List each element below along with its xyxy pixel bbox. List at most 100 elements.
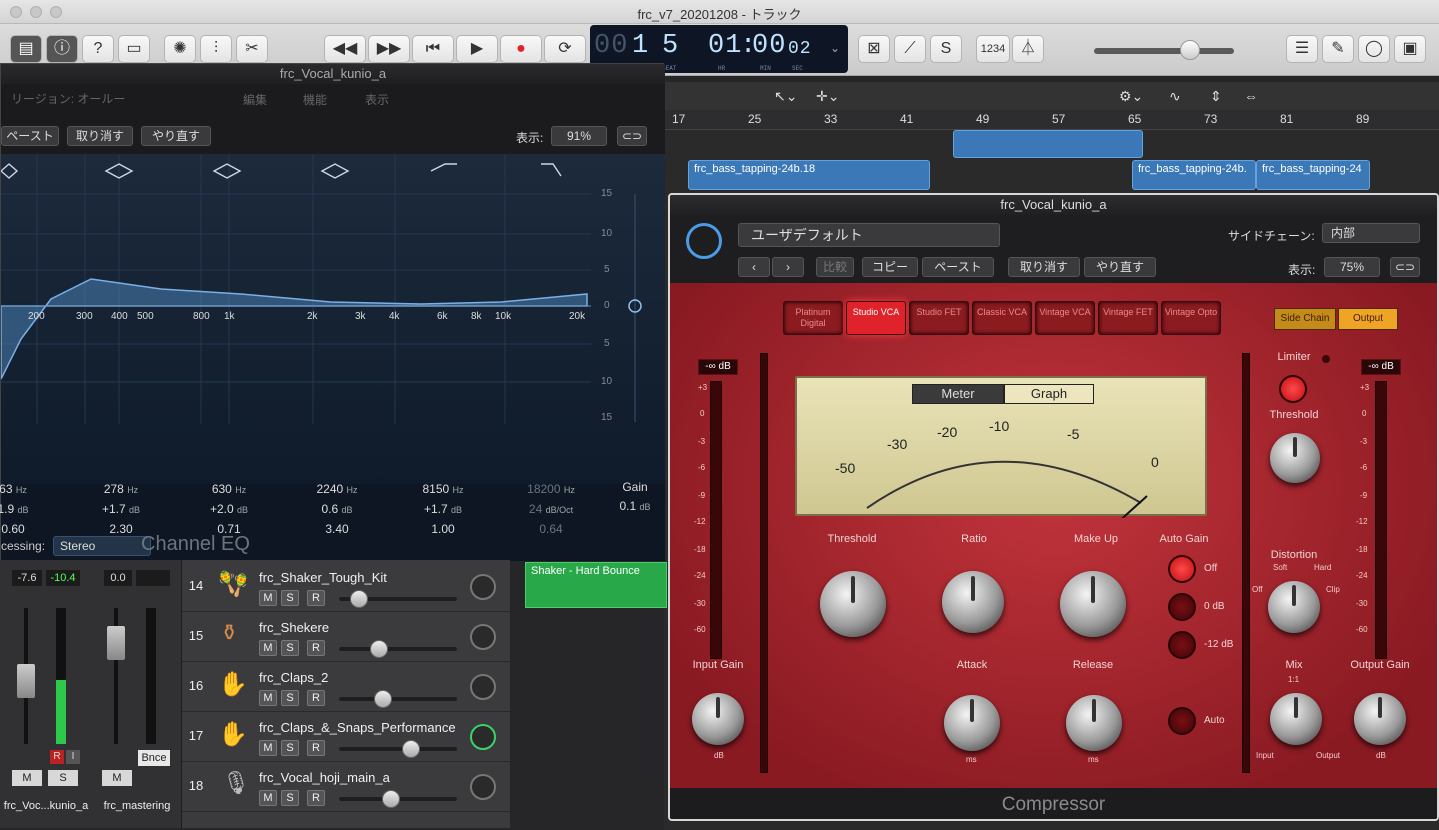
eq-curve-svg[interactable] [0,154,665,484]
cycle-button[interactable]: ⟳ [544,35,586,63]
audio-region-green[interactable]: Shaker - Hard Bounce [525,562,667,608]
mute-button[interactable]: M [259,790,277,806]
release-knob[interactable] [1066,695,1122,751]
redo-button[interactable]: やり直す [1084,257,1156,277]
crosshair-tool-icon[interactable]: ✛⌄ [816,88,839,105]
gear-icon[interactable]: ⚙⌄ [1119,88,1143,105]
autogain-0db-button[interactable] [1168,593,1196,621]
model-vintage-opto[interactable]: Vintage Opto [1161,301,1221,335]
solo-button[interactable]: S [281,690,299,706]
autogain-off-button[interactable] [1168,555,1196,583]
strip2-mute-button[interactable]: M [102,770,132,786]
record-button[interactable]: R [307,790,325,806]
inspector-button[interactable]: ⓘ [46,35,78,63]
play-button[interactable]: ▶ [456,35,498,63]
compare-button[interactable]: 比較 [816,257,854,277]
metronome-button[interactable]: ⏃ [1012,35,1044,63]
solo-button[interactable]: S [281,590,299,606]
strip1-mute-button[interactable]: M [12,770,42,786]
paste-button[interactable]: ペースト [922,257,994,277]
browser-button[interactable]: ▣ [1394,35,1426,63]
volume-slider[interactable] [339,747,457,751]
processing-select[interactable]: Stereo [53,536,151,556]
band-2-params[interactable]: 278 Hz +1.7 dB 2.30 [81,480,161,539]
distortion-knob[interactable] [1268,581,1320,633]
strip2-fader[interactable] [107,626,125,660]
mute-button[interactable]: M [259,690,277,706]
eq-graph[interactable]: 200 300 400 500 800 1k 2k 3k 4k 6k 8k 10… [0,154,665,484]
volume-knob[interactable] [370,640,388,658]
toolbar-button[interactable]: ▭ [118,35,150,63]
help-button[interactable]: ? [82,35,114,63]
track-row[interactable]: 17 ✋ frc_Claps_&_Snaps_Performance M S R [182,712,510,762]
volume-slider[interactable] [339,647,457,651]
track-name[interactable]: frc_Vocal_hoji_main_a [259,770,390,785]
pan-knob[interactable] [470,674,496,700]
attack-knob[interactable] [944,695,1000,751]
solo-button[interactable]: S [930,35,962,63]
audio-region[interactable]: frc_bass_tapping-24b.18 [688,160,930,190]
go-to-start-button[interactable]: ⏮ [412,35,454,63]
record-button[interactable]: R [307,640,325,656]
model-platinum-digital[interactable]: Platinum Digital [783,301,843,335]
library-button[interactable]: ▤ [10,35,42,63]
input-monitor-button[interactable]: I [66,750,80,764]
threshold-knob[interactable] [820,571,886,637]
band-3-params[interactable]: 630 Hz +2.0 dB 0.71 [189,480,269,539]
output-gain-knob[interactable] [1354,693,1406,745]
forward-button[interactable]: ▶▶ [368,35,410,63]
eq-redo-button[interactable]: やり直す [141,126,211,146]
volume-knob[interactable] [402,740,420,758]
record-button[interactable]: ● [500,35,542,63]
output-button[interactable]: Output [1338,308,1398,330]
strip1-fader[interactable] [17,664,35,698]
eq-curve[interactable] [0,278,588,380]
band-6-params[interactable]: 18200 Hz 24 dB/Oct 0.64 [511,480,591,539]
power-icon[interactable] [686,223,722,259]
count-in-button[interactable]: 1234 [976,35,1010,63]
editors-button[interactable]: ✂ [236,35,268,63]
limiter-threshold-knob[interactable] [1270,433,1320,483]
solo-button[interactable]: S [281,740,299,756]
volume-knob[interactable] [374,690,392,708]
model-classic-vca[interactable]: Classic VCA [972,301,1032,335]
eq-undo-button[interactable]: 取り消す [67,126,133,146]
smart-controls-button[interactable]: ✺ [164,35,196,63]
eq-paste-button[interactable]: ペースト [1,126,59,146]
mute-button[interactable]: M [259,640,277,656]
mixer-button[interactable]: ⫶ [200,35,232,63]
preset-menu[interactable]: ユーザデフォルト [738,223,1000,247]
next-preset-button[interactable]: › [772,257,804,277]
menu-view[interactable]: 表示 [365,91,389,108]
loop-browser-button[interactable]: ◯ [1358,35,1390,63]
chevron-down-icon[interactable]: ⌄ [830,41,841,56]
model-vintage-fet[interactable]: Vintage FET [1098,301,1158,335]
audio-region[interactable] [953,130,1143,158]
record-button[interactable]: R [307,740,325,756]
limiter-button[interactable] [1279,375,1307,403]
pointer-tool-icon[interactable]: ↖⌄ [774,88,797,105]
solo-button[interactable]: S [281,640,299,656]
bar-ruler[interactable]: 17 25 33 41 49 57 65 73 81 89 [664,110,1439,130]
band-1-params[interactable]: 63 Hz 1.9 dB 0.60 [0,480,53,539]
solo-button[interactable]: S [281,790,299,806]
side-chain-button[interactable]: Side Chain [1274,308,1336,330]
mute-button[interactable]: M [259,590,277,606]
autogain-12db-button[interactable] [1168,631,1196,659]
audio-region[interactable]: frc_bass_tapping-24b. [1132,160,1256,190]
replace-button[interactable]: ⊠ [858,35,890,63]
track-row[interactable]: 14 🪇 frc_Shaker_Tough_Kit M S R [182,562,510,612]
auto-release-button[interactable] [1168,707,1196,735]
rewind-button[interactable]: ◀◀ [324,35,366,63]
record-enable-button[interactable]: R [50,750,64,764]
fit-horizontal-icon[interactable]: ⇔ [1244,88,1258,104]
view-zoom-select[interactable]: 75% [1324,257,1380,277]
link-button[interactable]: ⊂⊃ [617,126,647,146]
model-studio-vca[interactable]: Studio VCA [846,301,906,335]
fit-vertical-icon[interactable]: ⇕ [1210,88,1222,105]
pan-knob[interactable] [470,624,496,650]
list-editors-button[interactable]: ☰ [1286,35,1318,63]
track-name[interactable]: frc_Shekere [259,620,329,635]
pan-knob[interactable] [470,774,496,800]
menu-edit[interactable]: 編集 [243,91,267,108]
